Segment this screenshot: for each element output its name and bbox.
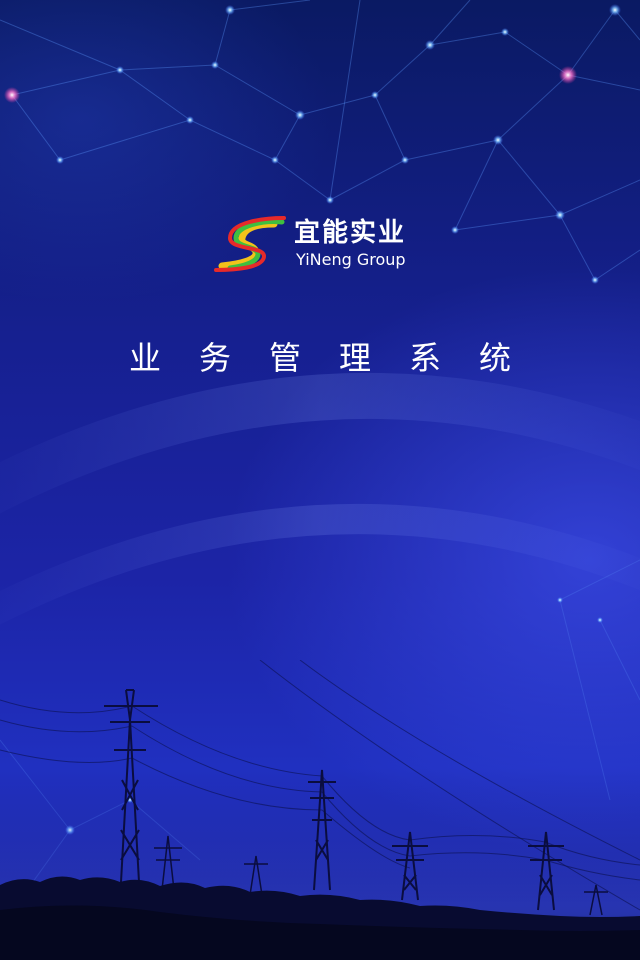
company-name-cn: 宜能实业 [294, 218, 407, 248]
yineng-logo-icon [214, 216, 286, 272]
power-towers-landscape [0, 660, 640, 960]
splash-screen: 宜能实业 YiNeng Group 业务管理系统 [0, 0, 640, 960]
system-title: 业务管理系统 [128, 339, 549, 377]
company-name-en: YiNeng Group [296, 250, 406, 269]
company-logo: 宜能实业 YiNeng Group [214, 214, 424, 274]
